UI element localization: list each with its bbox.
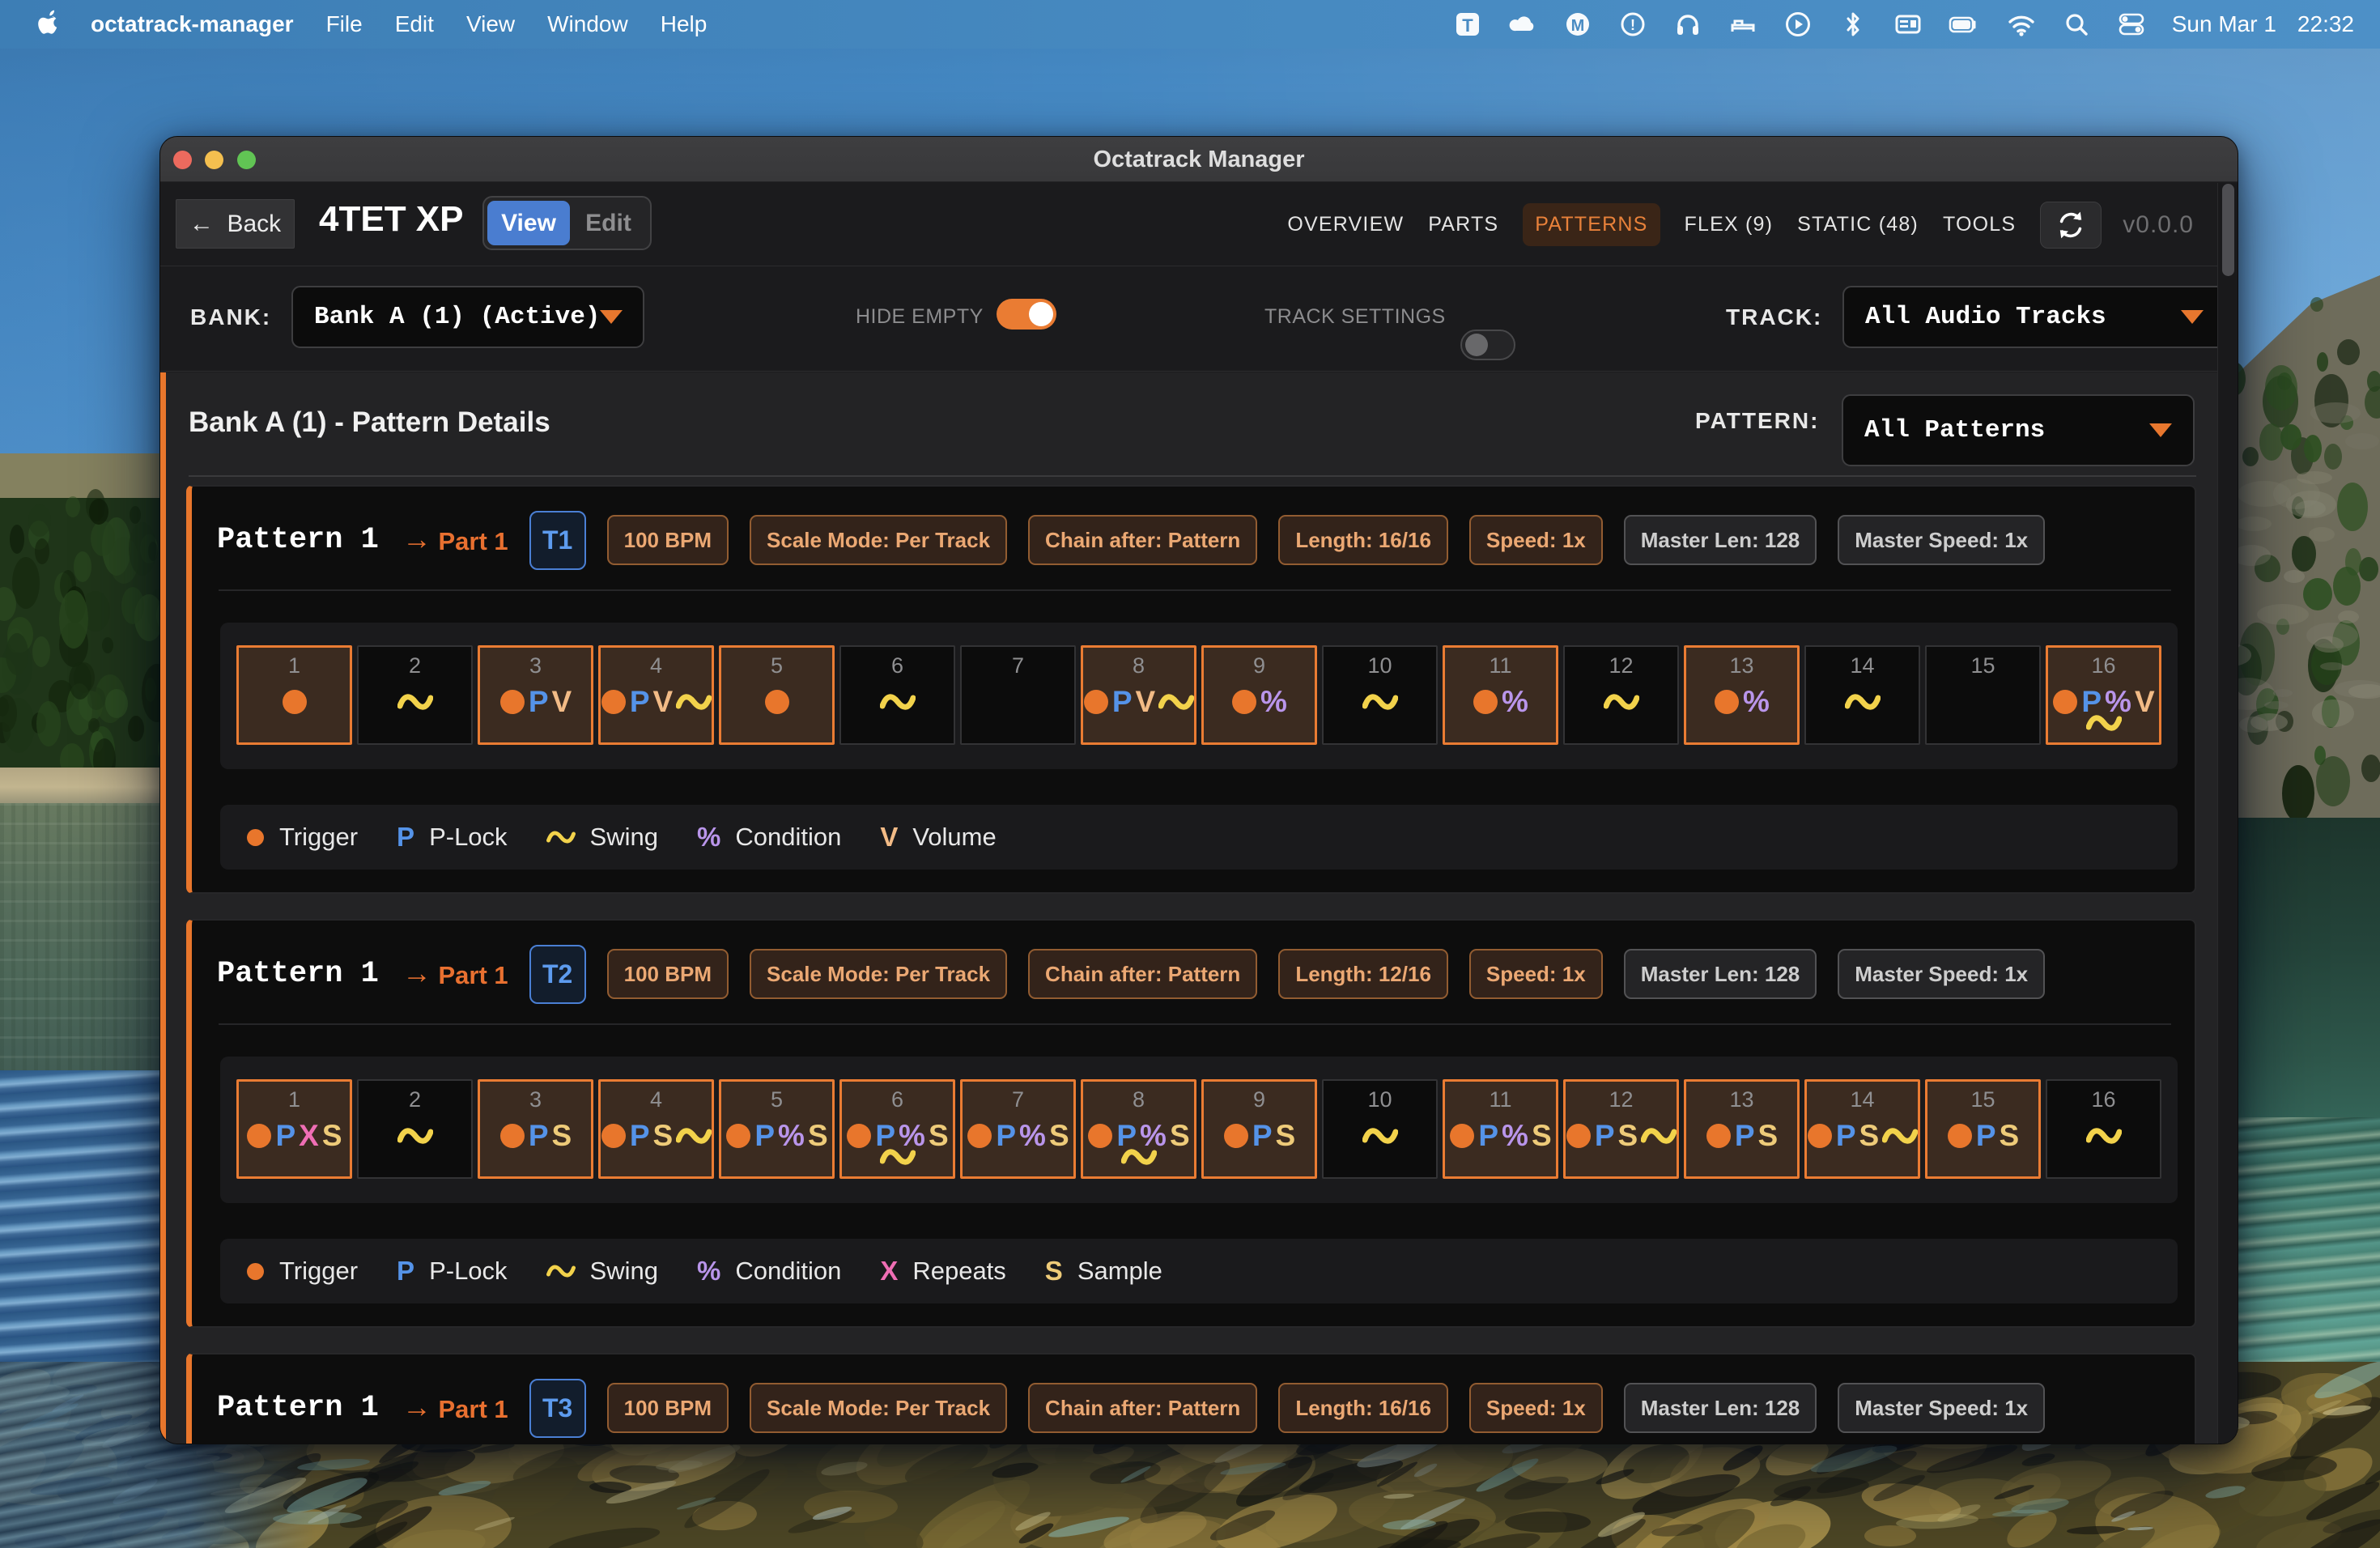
svg-text:T: T — [1462, 15, 1473, 36]
svg-text:!: ! — [1630, 17, 1635, 33]
svg-text:M: M — [1570, 17, 1584, 35]
